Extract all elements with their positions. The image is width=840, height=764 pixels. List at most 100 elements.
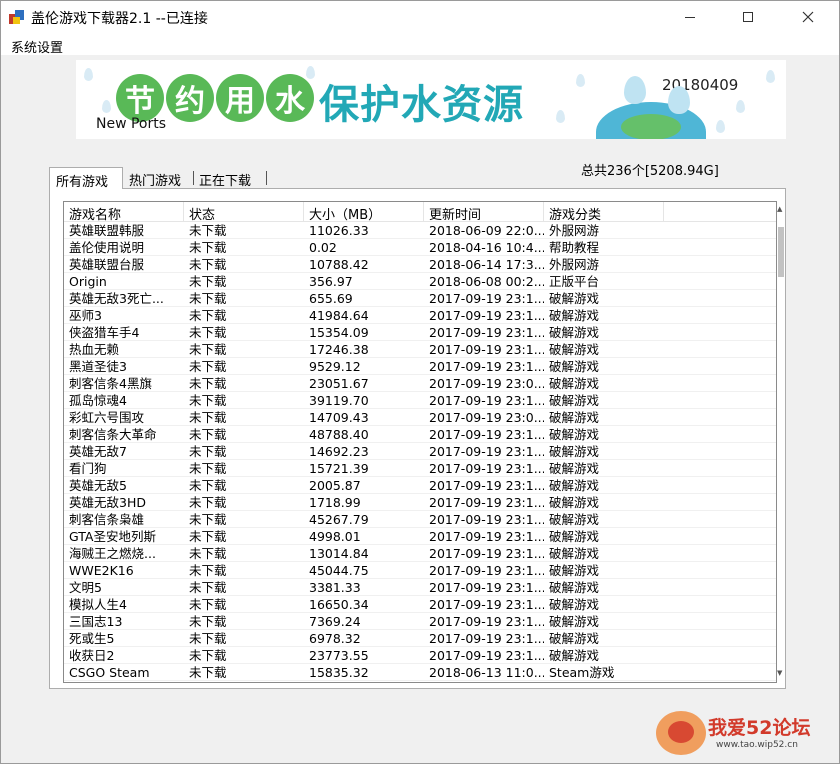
scroll-down-arrow-icon[interactable]: ▼ bbox=[777, 669, 782, 677]
menu-system-settings[interactable]: 系统设置 bbox=[11, 37, 63, 56]
table-row[interactable]: 英雄联盟台服 未下载 10788.42 2018-06-14 17:3... 外服网游 bbox=[64, 256, 776, 273]
watermark-logo-inner-icon bbox=[668, 721, 694, 743]
banner-char-circle: 节 bbox=[116, 74, 164, 122]
status-cell: 未下载 bbox=[189, 648, 227, 663]
status-cell: 未下载 bbox=[189, 291, 227, 306]
status-cell: 未下载 bbox=[189, 512, 227, 527]
updated-cell: 2017-09-19 23:1... bbox=[429, 597, 544, 612]
status-cell: 未下载 bbox=[189, 223, 227, 238]
table-row[interactable]: 彩虹六号围攻 未下载 14709.43 2017-09-19 23:0... 破解游戏 bbox=[64, 409, 776, 426]
status-cell: 未下载 bbox=[189, 325, 227, 340]
updated-cell: 2018-06-09 22:0... bbox=[429, 223, 544, 238]
size-cell: 39119.70 bbox=[309, 393, 369, 408]
game-name-cell: 英雄无敌3HD bbox=[69, 495, 146, 510]
size-cell: 9529.12 bbox=[309, 359, 361, 374]
size-cell: 48788.40 bbox=[309, 427, 369, 442]
category-cell: 破解游戏 bbox=[549, 444, 600, 459]
tab-downloading[interactable]: 正在下载 bbox=[193, 167, 269, 189]
table-row[interactable]: 英雄无敌7 未下载 14692.23 2017-09-19 23:1... 破解游戏 bbox=[64, 443, 776, 460]
column-header-updated[interactable]: 更新时间 bbox=[424, 202, 544, 222]
status-cell: 未下载 bbox=[189, 495, 227, 510]
category-cell: 破解游戏 bbox=[549, 359, 600, 374]
table-row[interactable]: 英雄无敌3HD 未下载 1718.99 2017-09-19 23:1... 破解游戏 bbox=[64, 494, 776, 511]
title-bar[interactable]: 盖伦游戏下载器2.1 --已连接 bbox=[1, 1, 839, 33]
table-row[interactable]: 海贼王之燃烧... 未下载 13014.84 2017-09-19 23:1... 破解… bbox=[64, 545, 776, 562]
status-cell: 未下载 bbox=[189, 580, 227, 595]
table-row[interactable]: 刺客信条枭雄 未下载 45267.79 2017-09-19 23:1... 破解游戏 bbox=[64, 511, 776, 528]
app-icon bbox=[9, 10, 24, 24]
updated-cell: 2017-09-19 23:0... bbox=[429, 410, 544, 425]
updated-cell: 2017-09-19 23:1... bbox=[429, 495, 544, 510]
size-cell: 10788.42 bbox=[309, 257, 369, 272]
category-cell: Steam游戏 bbox=[549, 665, 615, 680]
updated-cell: 2017-09-19 23:1... bbox=[429, 631, 544, 646]
list-header: 游戏名称 状态 大小（MB） 更新时间 游戏分类 bbox=[64, 202, 776, 222]
size-cell: 356.97 bbox=[309, 274, 353, 289]
minimize-button[interactable] bbox=[667, 1, 713, 33]
game-name-cell: 文明5 bbox=[69, 580, 102, 595]
table-row[interactable]: CSGO Steam 未下载 15835.32 2018-06-13 11:0... S… bbox=[64, 664, 776, 681]
tab-separator bbox=[266, 171, 267, 185]
table-row[interactable]: 模拟人生4 未下载 16650.34 2017-09-19 23:1... 破解游戏 bbox=[64, 596, 776, 613]
menu-bar: 系统设置 bbox=[1, 33, 839, 56]
table-row[interactable]: 侠盗猎车手4 未下载 15354.09 2017-09-19 23:1... 破解游戏 bbox=[64, 324, 776, 341]
category-cell: 正版平台 bbox=[549, 274, 600, 289]
drop-decoration bbox=[306, 66, 315, 79]
table-row[interactable]: 英雄无敌5 未下载 2005.87 2017-09-19 23:1... 破解游戏 bbox=[64, 477, 776, 494]
table-row[interactable]: 死或生5 未下载 6978.32 2017-09-19 23:1... 破解游戏 bbox=[64, 630, 776, 647]
app-window: 盖伦游戏下载器2.1 --已连接 系统设置 节 约 用 水 保护水资源 2018… bbox=[0, 0, 840, 764]
table-row[interactable]: 刺客信条大革命 未下载 48788.40 2017-09-19 23:1... 破解游戏 bbox=[64, 426, 776, 443]
category-cell: 帮助教程 bbox=[549, 240, 600, 255]
category-cell: 破解游戏 bbox=[549, 546, 600, 561]
updated-cell: 2017-09-19 23:1... bbox=[429, 648, 544, 663]
table-row[interactable]: 黑道圣徒3 未下载 9529.12 2017-09-19 23:1... 破解游戏 bbox=[64, 358, 776, 375]
games-list-view[interactable]: 游戏名称 状态 大小（MB） 更新时间 游戏分类 英雄联盟韩服 未下载 11026.… bbox=[63, 201, 777, 683]
column-header-size[interactable]: 大小（MB） bbox=[304, 202, 424, 222]
drop-decoration bbox=[736, 100, 745, 113]
category-cell: 破解游戏 bbox=[549, 614, 600, 629]
scrollbar-thumb[interactable] bbox=[778, 227, 784, 277]
category-cell: 外服网游 bbox=[549, 223, 600, 238]
table-row[interactable]: 英雄无敌3死亡... 未下载 655.69 2017-09-19 23:1... 破解游… bbox=[64, 290, 776, 307]
table-row[interactable]: 盖伦使用说明 未下载 0.02 2018-04-16 10:4... 帮助教程 bbox=[64, 239, 776, 256]
column-header-status[interactable]: 状态 bbox=[184, 202, 304, 222]
scroll-up-arrow-icon[interactable]: ▲ bbox=[777, 205, 782, 213]
table-row[interactable]: WWE2K16 未下载 45044.75 2017-09-19 23:1... 破解游戏 bbox=[64, 562, 776, 579]
watermark-text: 我爱52论坛 bbox=[708, 717, 811, 739]
table-row[interactable]: 巫师3 未下载 41984.64 2017-09-19 23:1... 破解游戏 bbox=[64, 307, 776, 324]
size-cell: 41984.64 bbox=[309, 308, 369, 323]
column-header-category[interactable]: 游戏分类 bbox=[544, 202, 664, 222]
game-name-cell: 孤岛惊魂4 bbox=[69, 393, 127, 408]
banner-char-circle: 用 bbox=[216, 74, 264, 122]
table-row[interactable]: 收获日2 未下载 23773.55 2017-09-19 23:1... 破解游戏 bbox=[64, 647, 776, 664]
game-name-cell: 死或生5 bbox=[69, 631, 115, 646]
game-name-cell: 黑道圣徒3 bbox=[69, 359, 127, 374]
table-row[interactable]: 三国志13 未下载 7369.24 2017-09-19 23:1... 破解游戏 bbox=[64, 613, 776, 630]
table-row[interactable]: Origin 未下载 356.97 2018-06-08 00:2... 正版平台 bbox=[64, 273, 776, 290]
status-cell: 未下载 bbox=[189, 342, 227, 357]
banner-slogan: 保护水资源 bbox=[319, 82, 524, 128]
status-cell: 未下载 bbox=[189, 444, 227, 459]
updated-cell: 2017-09-19 23:1... bbox=[429, 427, 544, 442]
tab-hot-games[interactable]: 热门游戏 bbox=[123, 167, 193, 189]
game-name-cell: 英雄联盟台服 bbox=[69, 257, 145, 272]
table-row[interactable]: 孤岛惊魂4 未下载 39119.70 2017-09-19 23:1... 破解游戏 bbox=[64, 392, 776, 409]
table-row[interactable]: GTA圣安地列斯 未下载 4998.01 2017-09-19 23:1... 破解游戏 bbox=[64, 528, 776, 545]
column-header-name[interactable]: 游戏名称 bbox=[64, 202, 184, 222]
drop-decoration bbox=[766, 70, 775, 83]
vertical-scrollbar[interactable]: ▲ ▼ bbox=[777, 201, 785, 683]
table-row[interactable]: 热血无赖 未下载 17246.38 2017-09-19 23:1... 破解游戏 bbox=[64, 341, 776, 358]
table-row[interactable]: 英雄联盟韩服 未下载 11026.33 2018-06-09 22:0... 外服网游 bbox=[64, 222, 776, 239]
game-name-cell: 侠盗猎车手4 bbox=[69, 325, 140, 340]
table-row[interactable]: 看门狗 未下载 15721.39 2017-09-19 23:1... 破解游戏 bbox=[64, 460, 776, 477]
table-row[interactable]: 文明5 未下载 3381.33 2017-09-19 23:1... 破解游戏 bbox=[64, 579, 776, 596]
maximize-button[interactable] bbox=[725, 1, 771, 33]
game-name-cell: 刺客信条枭雄 bbox=[69, 512, 145, 527]
tab-all-games[interactable]: 所有游戏 bbox=[49, 167, 123, 190]
column-header-empty[interactable] bbox=[664, 202, 776, 222]
updated-cell: 2017-09-19 23:1... bbox=[429, 291, 544, 306]
game-name-cell: 海贼王之燃烧... bbox=[69, 546, 156, 561]
table-row[interactable]: 刺客信条4黑旗 未下载 23051.67 2017-09-19 23:0... 破解游戏 bbox=[64, 375, 776, 392]
close-button[interactable] bbox=[785, 1, 831, 33]
size-cell: 14709.43 bbox=[309, 410, 369, 425]
